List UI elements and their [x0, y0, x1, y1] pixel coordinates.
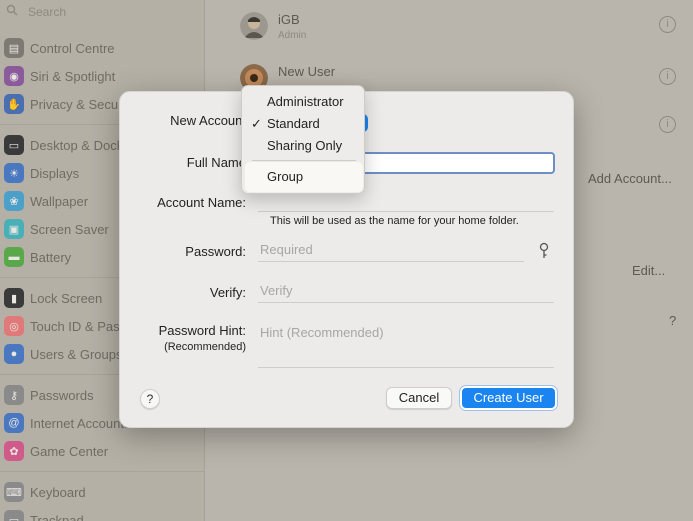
- password-hint-sublabel: (Recommended): [164, 341, 246, 353]
- help-button[interactable]: ?: [140, 389, 160, 409]
- sidebar-item-label: Keyboard: [30, 484, 86, 500]
- add-account-button[interactable]: Add Account...: [588, 171, 672, 186]
- users-icon: ●: [4, 344, 24, 364]
- verify-field[interactable]: Verify: [258, 281, 554, 303]
- search-field[interactable]: Search: [4, 4, 194, 22]
- label-wrap: Password:: [120, 244, 246, 262]
- fingerprint-icon: ◎: [4, 316, 24, 336]
- sidebar-item-label: Battery: [30, 249, 72, 265]
- full-name-label: Full Name: [186, 155, 246, 170]
- sidebar-item-label: Game Center: [30, 443, 109, 459]
- wallpaper-icon: ❀: [4, 191, 24, 211]
- search-icon: [6, 4, 18, 16]
- game-center-icon: ✿: [4, 441, 24, 461]
- menu-item-label: Sharing Only: [267, 138, 343, 153]
- key-icon: ⚷: [4, 385, 24, 405]
- control-centre-icon: ▤: [4, 38, 24, 58]
- checkmark-icon: ✓: [251, 116, 262, 131]
- menu-item-administrator[interactable]: Administrator: [242, 91, 366, 113]
- hint-placeholder: Hint (Recommended): [260, 325, 384, 340]
- password-placeholder: Required: [260, 242, 313, 257]
- sidebar-item-label: Control Centre: [30, 40, 115, 56]
- password-hint-label: Password Hint:: [158, 323, 246, 338]
- sidebar-item-siri[interactable]: ◉ Siri & Spotlight: [4, 65, 199, 87]
- cancel-button[interactable]: Cancel: [386, 387, 452, 409]
- menu-item-group[interactable]: Group: [245, 162, 363, 192]
- new-account-label: New Account: [170, 113, 246, 128]
- sidebar-item-control-centre[interactable]: ▤ Control Centre: [4, 37, 199, 59]
- displays-icon: ☀: [4, 163, 24, 183]
- sidebar-item-label: Internet Accounts: [30, 415, 131, 431]
- dock-icon: ▭: [4, 135, 24, 155]
- verify-placeholder: Verify: [260, 283, 293, 298]
- at-icon: @: [4, 413, 24, 433]
- hand-icon: ✋: [4, 94, 24, 114]
- label-wrap: Full Name: [120, 155, 246, 173]
- info-icon[interactable]: i: [659, 68, 676, 85]
- info-icon[interactable]: i: [659, 116, 676, 133]
- sidebar-item-trackpad[interactable]: ▭ Trackpad: [4, 509, 199, 521]
- sidebar-item-label: Desktop & Dock: [30, 137, 124, 153]
- search-placeholder: Search: [28, 5, 67, 19]
- avatar: [240, 12, 268, 40]
- account-name-label: Account Name:: [157, 195, 246, 210]
- sidebar-item-label: Users & Groups: [30, 346, 123, 362]
- sidebar-item-label: Lock Screen: [30, 290, 103, 306]
- help-button[interactable]: ?: [669, 313, 676, 328]
- sidebar-divider: [0, 471, 205, 472]
- sidebar-item-label: Wallpaper: [30, 193, 89, 209]
- password-hint-field[interactable]: Hint (Recommended): [258, 322, 554, 368]
- password-label: Password:: [185, 244, 246, 259]
- edit-button[interactable]: Edit...: [632, 263, 665, 278]
- sidebar-item-label: Displays: [30, 165, 80, 181]
- sidebar-item-label: Passwords: [30, 387, 94, 403]
- menu-item-label: Standard: [267, 116, 320, 131]
- user-row[interactable]: iGB Admin i: [236, 8, 676, 48]
- user-name: iGB: [278, 12, 300, 27]
- battery-icon: ▬: [4, 247, 24, 267]
- label-wrap: Verify:: [120, 285, 246, 303]
- user-name: New User: [278, 64, 336, 79]
- menu-separator: [252, 160, 356, 161]
- label-wrap: Account Name:: [120, 195, 246, 213]
- sidebar-item-game-center[interactable]: ✿ Game Center: [4, 440, 199, 462]
- menu-item-label: Administrator: [267, 94, 344, 109]
- label-wrap: New Account: [120, 113, 246, 131]
- screen-saver-icon: ▣: [4, 219, 24, 239]
- menu-item-standard[interactable]: ✓ Standard: [242, 113, 366, 135]
- label-wrap: Password Hint: (Recommended): [120, 323, 246, 357]
- info-icon[interactable]: i: [659, 16, 676, 33]
- password-field[interactable]: Required: [258, 240, 524, 262]
- sidebar-item-keyboard[interactable]: ⌨ Keyboard: [4, 481, 199, 503]
- menu-item-sharing-only[interactable]: Sharing Only: [242, 135, 366, 157]
- sidebar-item-label: Screen Saver: [30, 221, 109, 237]
- create-user-button[interactable]: Create User: [459, 385, 558, 411]
- trackpad-icon: ▭: [4, 510, 24, 521]
- sidebar-item-label: Trackpad: [30, 512, 84, 521]
- account-type-menu: Administrator ✓ Standard Sharing Only Gr…: [241, 85, 365, 194]
- account-name-note: This will be used as the name for your h…: [270, 215, 519, 227]
- keyboard-icon: ⌨: [4, 482, 24, 502]
- key-icon[interactable]: [538, 242, 550, 260]
- siri-icon: ◉: [4, 66, 24, 86]
- user-role: Admin: [278, 30, 307, 41]
- verify-label: Verify:: [209, 285, 246, 300]
- lock-icon: ▮: [4, 288, 24, 308]
- menu-item-label: Group: [267, 169, 304, 184]
- sidebar-item-label: Siri & Spotlight: [30, 68, 116, 84]
